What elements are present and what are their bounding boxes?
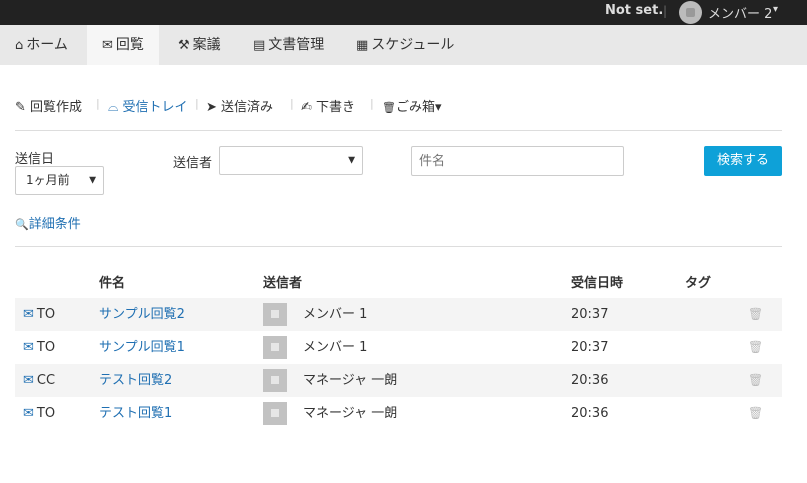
tab-label: 案議 <box>192 37 221 53</box>
send-date-label: 送信日 <box>15 152 55 167</box>
subject-link[interactable]: テスト回覧1 <box>99 397 172 430</box>
tab-documents[interactable]: ▤ 文書管理 <box>238 25 339 65</box>
subject-link[interactable]: テスト回覧2 <box>99 364 172 397</box>
table-row[interactable]: ✉ CC テスト回覧2 マネージャ 一朗 20:36 🗑 <box>15 364 782 397</box>
sender-avatar <box>263 303 287 326</box>
draft-label: 下書き <box>316 100 356 115</box>
divider-line <box>15 246 782 247</box>
recipient-type: ✉ TO <box>23 397 55 430</box>
dropdown-arrow-icon: ▼ <box>348 155 355 165</box>
subject-link[interactable]: サンプル回覧2 <box>99 298 185 331</box>
inbox-label: 受信トレイ <box>122 100 188 115</box>
sender-name: メンバー 1 <box>303 340 368 355</box>
table-row[interactable]: ✉ TO テスト回覧1 マネージャ 一朗 20:36 🗑 <box>15 397 782 430</box>
tab-label: ホーム <box>26 37 68 53</box>
pencil-icon: ✎ <box>15 100 26 115</box>
tab-circulation[interactable]: ✉ 回覧 <box>87 25 159 65</box>
subject-search-input[interactable] <box>411 146 624 176</box>
trash-dropdown[interactable]: 🗑ごみ箱▾ <box>382 96 442 115</box>
trash-icon: 🗑 <box>382 101 396 114</box>
sender-avatar <box>263 336 287 359</box>
column-header-subject[interactable]: 件名 <box>99 272 125 291</box>
recipient-type-label: TO <box>36 307 56 322</box>
recipient-type-label: CC <box>36 373 56 388</box>
tab-proposal[interactable]: ⚒ 案議 <box>163 25 236 65</box>
organization-label[interactable]: Not set. <box>605 3 663 18</box>
trash-label: ごみ箱 <box>395 100 435 115</box>
trash-icon[interactable]: 🗑 <box>748 364 763 397</box>
table-row[interactable]: ✉ TO サンプル回覧2 メンバー 1 20:37 🗑 <box>15 298 782 331</box>
avatar[interactable] <box>679 1 702 24</box>
edit-icon: ✍ <box>301 100 312 115</box>
sender-label: 送信者 <box>173 156 213 171</box>
sender-name: マネージャ 一朗 <box>303 373 398 388</box>
envelope-icon: ✉ <box>23 307 34 322</box>
envelope-icon: ✉ <box>23 373 34 388</box>
sent-label: 送信済み <box>221 100 274 115</box>
calendar-icon: ▦ <box>356 38 369 53</box>
column-header-tag: タグ <box>685 276 712 291</box>
document-icon: ▤ <box>253 38 266 53</box>
envelope-icon: ✉ <box>102 38 113 53</box>
draft-link[interactable]: ✍ 下書き <box>301 96 355 115</box>
column-header-received[interactable]: 受信日時 <box>571 272 623 291</box>
advanced-search-label: 詳細条件 <box>28 217 81 232</box>
recipient-type-label: TO <box>36 340 56 355</box>
received-time: 20:37 <box>571 340 609 355</box>
envelope-icon: ✉ <box>23 340 34 355</box>
recipient-type: ✉ TO <box>23 298 55 331</box>
divider: | <box>96 97 100 110</box>
subject-link[interactable]: サンプル回覧1 <box>99 331 185 364</box>
column-header-sender[interactable]: 送信者 <box>263 272 302 291</box>
divider: | <box>370 97 374 110</box>
inbox-icon: ⌓ <box>108 100 119 115</box>
sender-name: メンバー 1 <box>303 307 368 322</box>
recipient-type: ✉ CC <box>23 364 55 397</box>
top-bar: Not set. | メンバー 2 ▾ <box>0 0 807 25</box>
trash-icon[interactable]: 🗑 <box>748 298 763 331</box>
trash-icon[interactable]: 🗑 <box>748 331 763 364</box>
tab-label: 文書管理 <box>268 37 325 53</box>
topbar-separator: | <box>663 4 668 18</box>
home-icon: ⌂ <box>15 38 24 53</box>
received-time: 20:36 <box>571 406 609 421</box>
sender-avatar <box>263 402 287 425</box>
send-date-select[interactable]: 1ヶ月前 ▼ <box>15 166 104 195</box>
envelope-icon: ✉ <box>23 406 34 421</box>
table-row[interactable]: ✉ TO サンプル回覧1 メンバー 1 20:37 🗑 <box>15 331 782 364</box>
create-circulation-link[interactable]: ✎ 回覧作成 <box>15 96 82 115</box>
sender-avatar <box>263 369 287 392</box>
advanced-search-link[interactable]: 🔍詳細条件 <box>15 213 81 232</box>
divider: | <box>290 97 294 110</box>
tab-label: 回覧 <box>115 37 144 53</box>
recipient-type-label: TO <box>36 406 56 421</box>
user-menu[interactable]: メンバー 2 <box>708 3 772 22</box>
received-time: 20:37 <box>571 307 609 322</box>
recipient-type: ✉ TO <box>23 331 55 364</box>
trash-icon[interactable]: 🗑 <box>748 397 763 430</box>
paper-plane-icon: ➤ <box>206 100 217 115</box>
sender-select[interactable]: ▼ <box>219 146 363 175</box>
main-nav: ⌂ ホーム ✉ 回覧 ⚒ 案議 ▤ 文書管理 ▦ スケジュール <box>0 25 807 65</box>
sender-name: マネージャ 一朗 <box>303 406 398 421</box>
tab-schedule[interactable]: ▦ スケジュール <box>341 25 469 65</box>
tab-home[interactable]: ⌂ ホーム <box>0 25 83 65</box>
search-button[interactable]: 検索する <box>704 146 782 176</box>
gavel-icon: ⚒ <box>178 38 190 53</box>
divider-line <box>15 130 782 131</box>
received-time: 20:36 <box>571 373 609 388</box>
tab-label: スケジュール <box>371 37 455 53</box>
dropdown-arrow-icon: ▼ <box>89 175 96 185</box>
send-date-value: 1ヶ月前 <box>26 173 70 187</box>
inbox-link[interactable]: ⌓ 受信トレイ <box>108 96 187 115</box>
search-icon: 🔍 <box>15 218 29 231</box>
caret-down-icon: ▾ <box>434 100 442 115</box>
sent-link[interactable]: ➤ 送信済み <box>206 96 273 115</box>
caret-down-icon[interactable]: ▾ <box>773 4 778 15</box>
divider: | <box>195 97 199 110</box>
create-label: 回覧作成 <box>30 100 83 115</box>
